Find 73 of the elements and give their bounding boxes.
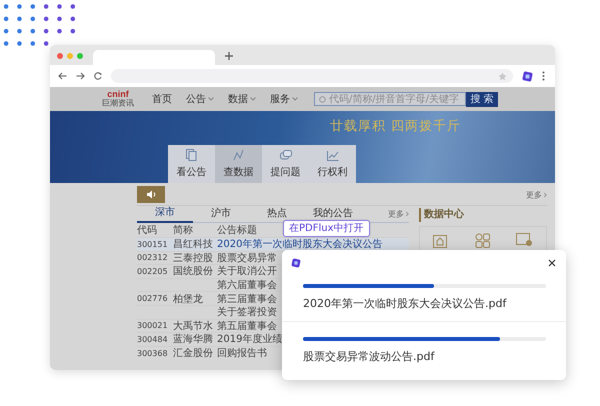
- caret-icon: [292, 97, 298, 101]
- speaker-button[interactable]: [137, 186, 165, 203]
- table-row[interactable]: 300151 昌红科技 2020年第一次临时股东大会决议公告: [137, 237, 409, 251]
- nav-item[interactable]: 首页: [152, 92, 172, 106]
- announcement-link[interactable]: 关于取消公开: [217, 266, 277, 278]
- column-header: 代码: [137, 224, 158, 237]
- search-icon: [319, 96, 326, 102]
- more-link[interactable]: 更多: [388, 208, 409, 220]
- more-link[interactable]: 更多: [526, 188, 547, 200]
- feature-tile[interactable]: 行权利: [309, 145, 356, 183]
- nav-item[interactable]: 数据: [228, 92, 256, 106]
- stock-name: 大禹节水: [173, 320, 213, 332]
- address-field[interactable]: [111, 69, 513, 83]
- feature-tile[interactable]: 查数据: [215, 145, 262, 183]
- menu-icon[interactable]: [542, 71, 545, 81]
- stock-code: 300021: [137, 321, 168, 330]
- announcement-tab[interactable]: 沪市: [193, 206, 249, 222]
- announcement-link[interactable]: 第六届董事会: [217, 280, 277, 292]
- announcement-link[interactable]: 2020年第一次临时股东大会决议公告: [217, 239, 382, 250]
- stock-code: 300151: [137, 240, 168, 249]
- back-icon[interactable]: [58, 72, 67, 80]
- maximize-window-icon[interactable]: [77, 53, 83, 59]
- announcement-tab[interactable]: 热点: [249, 206, 305, 222]
- announcement-link[interactable]: 第三届董事会: [217, 294, 277, 305]
- speaker-icon: [146, 190, 156, 199]
- stock-name: 三泰控股: [173, 252, 213, 264]
- section-title: 数据中心: [419, 208, 547, 222]
- announcement-tab[interactable]: 深市: [137, 206, 193, 222]
- stock-name: 汇金股份: [173, 348, 213, 360]
- site-logo[interactable]: cninf 巨潮资讯: [98, 89, 138, 109]
- app-logo-icon: [291, 258, 301, 268]
- announcement-tab[interactable]: 我的公告: [305, 206, 361, 222]
- announcement-link[interactable]: 回购报告书: [217, 348, 267, 360]
- grid-icon[interactable]: [475, 232, 490, 248]
- house-chart-icon[interactable]: [433, 232, 449, 248]
- document-icon: [186, 149, 197, 161]
- announcement-link[interactable]: 关于签署投资: [217, 307, 277, 318]
- stock-code: 002312: [137, 253, 168, 262]
- new-tab-icon[interactable]: [225, 52, 233, 60]
- caret-icon: [250, 97, 256, 101]
- nav-item[interactable]: 服务: [270, 92, 298, 106]
- chart-check-icon: [326, 150, 338, 160]
- minimize-window-icon[interactable]: [67, 53, 73, 59]
- stock-name: 蓝海华腾: [173, 334, 213, 346]
- announcement-link[interactable]: 2019年度业绩: [217, 334, 282, 346]
- extension-icon[interactable]: [522, 70, 533, 82]
- column-header: 公告标题: [217, 224, 257, 237]
- feature-tile[interactable]: 看公告: [168, 145, 215, 183]
- line-chart-icon: [233, 149, 244, 161]
- close-window-icon[interactable]: [57, 53, 63, 59]
- feature-tile[interactable]: 提问题: [262, 145, 309, 183]
- column-header: 简称: [173, 224, 194, 237]
- open-in-pdflux-button[interactable]: 在PDFlux中打开: [283, 220, 370, 237]
- star-icon[interactable]: [498, 72, 507, 80]
- chevron-icon: [544, 192, 547, 197]
- announcement-link[interactable]: 股票交易异常: [217, 252, 277, 264]
- caret-icon: [208, 97, 214, 101]
- stock-name: 昌红科技: [173, 239, 213, 250]
- stock-code: 002776: [137, 294, 168, 304]
- banner-slogan: 廿载厚积 四两拨千斤: [330, 118, 462, 135]
- chat-icon: [280, 150, 292, 160]
- stock-name: 柏堡龙: [173, 294, 203, 305]
- forward-icon[interactable]: [76, 72, 85, 80]
- nav-item[interactable]: 公告: [186, 92, 214, 106]
- stock-code: 300484: [137, 334, 168, 344]
- stock-code: 300368: [137, 348, 168, 358]
- search-button[interactable]: 搜 索: [466, 92, 498, 106]
- stock-code: 002205: [137, 266, 168, 276]
- announcement-link[interactable]: 第五届董事会: [217, 320, 277, 332]
- stock-name: 国统股份: [173, 266, 213, 278]
- close-icon[interactable]: [548, 259, 556, 267]
- chevron-icon: [406, 212, 409, 216]
- reload-icon[interactable]: [94, 72, 102, 80]
